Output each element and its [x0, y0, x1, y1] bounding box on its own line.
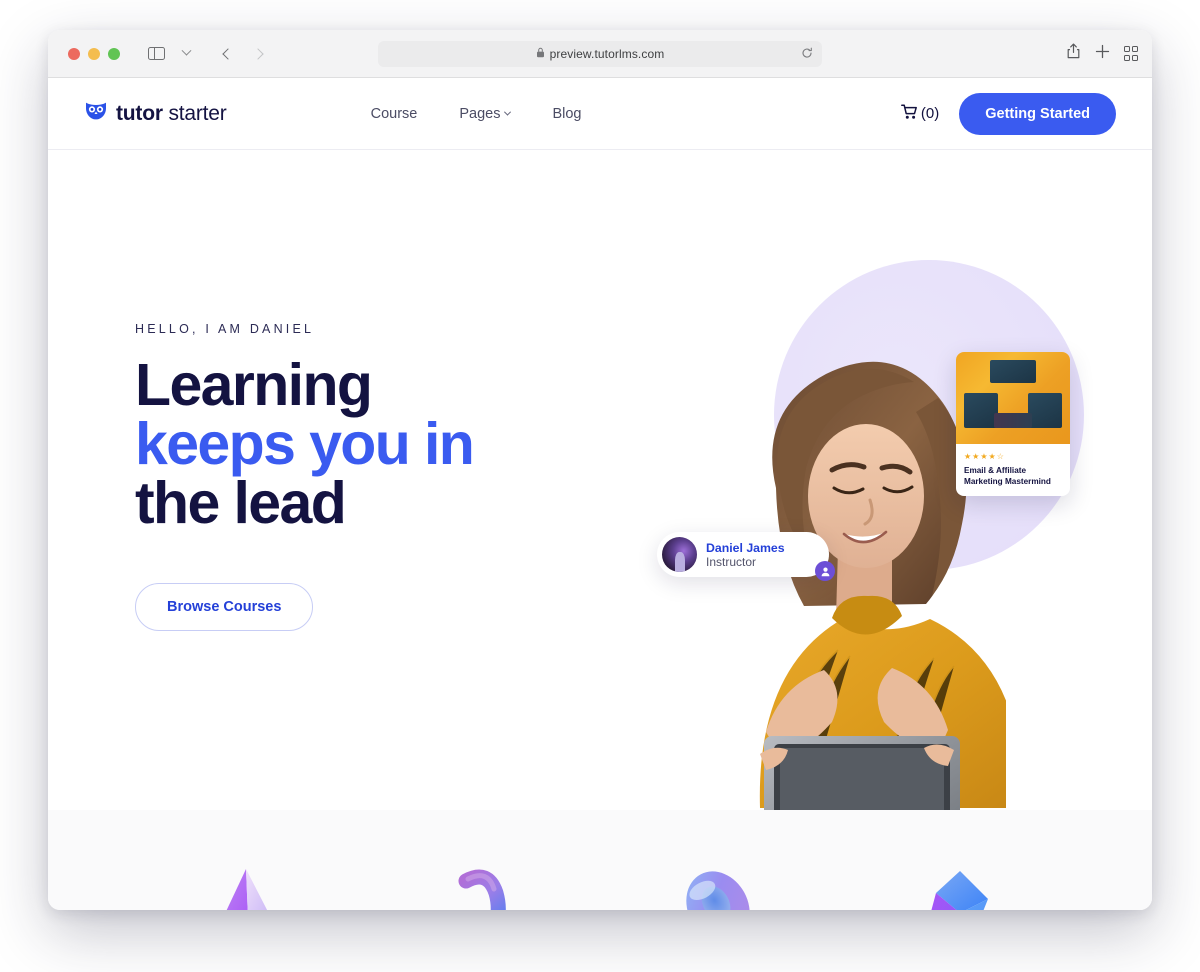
torus-3d-shape — [668, 857, 768, 910]
back-arrow-icon[interactable] — [214, 41, 242, 67]
course-card-body: ★★★★☆ Email & Affiliate Marketing Master… — [956, 444, 1070, 496]
features-section — [48, 810, 1152, 910]
instructor-name: Daniel James — [706, 540, 785, 555]
url-text: preview.tutorlms.com — [549, 46, 665, 61]
browser-window: preview.tutorlms.com tutor starter Cours… — [48, 30, 1152, 910]
browse-courses-button[interactable]: Browse Courses — [135, 583, 314, 631]
chevron-down-icon[interactable] — [172, 41, 200, 67]
course-thumbnail — [956, 352, 1070, 444]
headline-line-1: Learning — [135, 352, 373, 418]
nav-item-blog[interactable]: Blog — [552, 106, 581, 122]
desktop-background: preview.tutorlms.com tutor starter Cours… — [0, 0, 1200, 972]
nav-item-course[interactable]: Course — [371, 106, 418, 122]
site-header: tutor starter Course Pages Blog (0) Gett… — [48, 78, 1152, 150]
instructor-text: Daniel James Instructor — [706, 541, 785, 569]
course-rating-stars: ★★★★☆ — [964, 452, 1005, 461]
sidebar-toggle-icon[interactable] — [142, 41, 170, 67]
reload-icon[interactable] — [801, 47, 813, 61]
maximize-window-button[interactable] — [108, 47, 120, 60]
header-actions: (0) Getting Started — [900, 92, 1116, 135]
brand-name-light: starter — [168, 101, 227, 125]
browser-toolbar-right — [1066, 43, 1138, 64]
nav-item-pages[interactable]: Pages — [459, 105, 512, 122]
hero-eyebrow: HELLO, I AM DANIEL — [135, 322, 315, 336]
nav-label-blog: Blog — [552, 105, 582, 122]
cube-3d-shape — [904, 857, 1004, 910]
getting-started-button[interactable]: Getting Started — [959, 92, 1116, 135]
close-window-button[interactable] — [68, 47, 80, 60]
address-bar[interactable]: preview.tutorlms.com — [378, 40, 822, 67]
instructor-card[interactable]: Daniel James Instructor — [657, 532, 835, 581]
hero-headline: Learning keeps you in the lead — [135, 356, 605, 533]
cart-count: (0) — [920, 105, 940, 122]
headline-line-3: the lead — [135, 470, 347, 536]
nav-label-pages: Pages — [459, 105, 501, 122]
instructor-role: Instructor — [706, 554, 757, 569]
hero-section: HELLO, I AM DANIEL Learning keeps you in… — [48, 150, 1152, 810]
forward-arrow-icon — [244, 41, 272, 67]
pyramid-3d-shape — [196, 857, 296, 910]
lock-icon — [536, 47, 545, 60]
main-navigation: Course Pages Blog — [371, 106, 582, 122]
brand-name: tutor starter — [116, 102, 227, 126]
course-card[interactable]: ★★★★☆ Email & Affiliate Marketing Master… — [956, 352, 1070, 496]
brand-name-bold: tutor — [116, 101, 163, 125]
hero-visual: ★★★★☆ Email & Affiliate Marketing Master… — [657, 150, 1106, 810]
shopping-cart-icon — [900, 103, 918, 124]
browser-nav-controls — [142, 41, 272, 67]
user-badge-icon — [815, 561, 835, 581]
minimize-window-button[interactable] — [88, 47, 100, 60]
window-traffic-lights — [68, 47, 120, 60]
hero-copy: HELLO, I AM DANIEL Learning keeps you in… — [135, 322, 605, 631]
brand-logo[interactable]: tutor starter — [85, 101, 227, 126]
course-card-title: Email & Affiliate Marketing Mastermind — [964, 466, 1051, 486]
hook-3d-shape — [432, 857, 532, 910]
share-icon[interactable] — [1066, 43, 1081, 64]
plus-icon[interactable] — [1095, 44, 1110, 64]
owl-logo-icon — [85, 101, 107, 126]
tab-overview-icon[interactable] — [1123, 46, 1138, 61]
chevron-down-icon — [504, 108, 512, 116]
instructor-avatar — [662, 537, 697, 572]
nav-label-course: Course — [370, 105, 418, 122]
browser-toolbar: preview.tutorlms.com — [48, 30, 1152, 78]
cart-link[interactable]: (0) — [900, 103, 940, 124]
headline-line-2: keeps you in — [135, 411, 475, 477]
